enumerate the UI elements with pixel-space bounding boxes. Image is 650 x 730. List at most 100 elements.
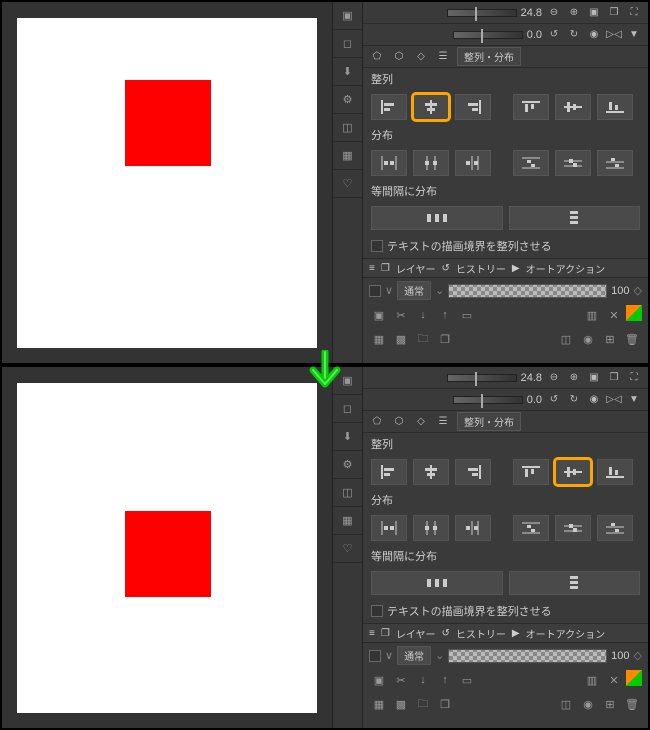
- menu-icon[interactable]: ≡: [369, 263, 375, 274]
- layer-tool-3[interactable]: ↓: [413, 305, 433, 325]
- align-bottom-button[interactable]: [597, 459, 633, 485]
- bottom-tool-4[interactable]: ❐: [435, 694, 455, 714]
- dist-bottom-button[interactable]: [597, 150, 633, 176]
- layers-icon[interactable]: ❐: [381, 263, 390, 274]
- align-top-button[interactable]: [513, 459, 549, 485]
- tab-icon-2[interactable]: ⬡: [391, 414, 407, 430]
- flip-h-icon[interactable]: ▷◁: [606, 392, 622, 408]
- align-bottom-button[interactable]: [597, 94, 633, 120]
- reset-icon[interactable]: ◉: [586, 392, 602, 408]
- tab-icon-3[interactable]: ◇: [413, 49, 429, 65]
- text-align-checkbox[interactable]: [371, 240, 383, 252]
- group-icon[interactable]: ❐: [606, 370, 622, 386]
- zoom-slider[interactable]: [447, 9, 517, 17]
- align-left-button[interactable]: [371, 94, 407, 120]
- layer-tool-1[interactable]: ▣: [369, 305, 389, 325]
- tab-history[interactable]: ヒストリー: [456, 261, 506, 276]
- rotate-ccw-icon[interactable]: ↺: [546, 392, 562, 408]
- dock-icon-5[interactable]: ◫: [333, 114, 362, 142]
- history-icon[interactable]: ↺: [442, 263, 450, 274]
- red-square[interactable]: [125, 80, 211, 166]
- fit-icon[interactable]: ▣: [586, 370, 602, 386]
- bottom-tool-6[interactable]: ◉: [578, 329, 598, 349]
- blend-mode-select[interactable]: 通常: [397, 646, 431, 665]
- dist-right-button[interactable]: [455, 150, 491, 176]
- tab-auto[interactable]: オートアクション: [526, 261, 606, 276]
- dock-icon-5[interactable]: ◫: [333, 479, 362, 507]
- expand-icon[interactable]: ⛶: [626, 370, 642, 386]
- tab-icon-3[interactable]: ◇: [413, 414, 429, 430]
- bottom-tool-2[interactable]: ▩: [391, 329, 411, 349]
- canvas-before[interactable]: [17, 18, 317, 348]
- blend-mode-select[interactable]: 通常: [397, 281, 431, 300]
- bottom-tool-6[interactable]: ◉: [578, 694, 598, 714]
- dropdown-icon[interactable]: ∨: [385, 649, 393, 662]
- fit-icon[interactable]: ▣: [586, 5, 602, 21]
- align-top-button[interactable]: [513, 94, 549, 120]
- opacity-slider[interactable]: [448, 649, 607, 663]
- expand-icon[interactable]: ⛶: [626, 5, 642, 21]
- layer-tool-6[interactable]: ▥: [582, 670, 602, 690]
- bottom-tool-3[interactable]: 🗀: [413, 329, 433, 349]
- trash-icon[interactable]: 🗑: [622, 694, 642, 714]
- dock-icon-6[interactable]: ▦: [333, 142, 362, 170]
- bottom-tool-1[interactable]: ▦: [369, 329, 389, 349]
- dist-top-button[interactable]: [513, 515, 549, 541]
- layer-tool-1[interactable]: ▣: [369, 670, 389, 690]
- dock-icon-4[interactable]: ⚙: [333, 86, 362, 114]
- tab-history[interactable]: ヒストリー: [456, 626, 506, 641]
- zoom-out-icon[interactable]: ⊖: [546, 370, 562, 386]
- align-vcenter-button[interactable]: [555, 94, 591, 120]
- dist-vcenter-button[interactable]: [555, 150, 591, 176]
- tab-align-distribute[interactable]: 整列・分布: [457, 47, 521, 66]
- dock-icon-3[interactable]: ⬇: [333, 423, 362, 451]
- dist-hcenter-button[interactable]: [413, 150, 449, 176]
- align-hcenter-button[interactable]: [413, 459, 449, 485]
- align-right-button[interactable]: [455, 94, 491, 120]
- zoom-slider[interactable]: [447, 374, 517, 382]
- dist-bottom-button[interactable]: [597, 515, 633, 541]
- even-horizontal-button[interactable]: [371, 571, 503, 595]
- canvas-after[interactable]: [17, 383, 317, 713]
- red-square[interactable]: [125, 511, 211, 597]
- auto-icon[interactable]: ▶: [512, 628, 520, 639]
- tab-align-distribute[interactable]: 整列・分布: [457, 412, 521, 431]
- tab-icon-list[interactable]: ☰: [435, 414, 451, 430]
- rotate-cw-icon[interactable]: ↻: [566, 392, 582, 408]
- opacity-slider[interactable]: [448, 284, 607, 298]
- bottom-tool-7[interactable]: ⊞: [600, 694, 620, 714]
- layer-visible-checkbox[interactable]: [369, 285, 381, 297]
- layer-tool-7[interactable]: ✕: [604, 305, 624, 325]
- dist-vcenter-button[interactable]: [555, 515, 591, 541]
- layer-tool-3[interactable]: ↓: [413, 670, 433, 690]
- layer-tool-2[interactable]: ✂: [391, 670, 411, 690]
- layer-tool-4[interactable]: ↑: [435, 305, 455, 325]
- even-vertical-button[interactable]: [509, 571, 641, 595]
- layer-tool-6[interactable]: ▥: [582, 305, 602, 325]
- bottom-tool-7[interactable]: ⊞: [600, 329, 620, 349]
- bottom-tool-4[interactable]: ❐: [435, 329, 455, 349]
- dist-right-button[interactable]: [455, 515, 491, 541]
- text-align-checkbox[interactable]: [371, 605, 383, 617]
- bottom-tool-2[interactable]: ▩: [391, 694, 411, 714]
- history-icon[interactable]: ↺: [442, 628, 450, 639]
- dock-icon-7[interactable]: ♡: [333, 170, 362, 198]
- reset-icon[interactable]: ◉: [586, 27, 602, 43]
- tab-layers[interactable]: レイヤー: [396, 626, 436, 641]
- align-hcenter-button[interactable]: [413, 94, 449, 120]
- align-right-button[interactable]: [455, 459, 491, 485]
- zoom-out-icon[interactable]: ⊖: [546, 5, 562, 21]
- tab-layers[interactable]: レイヤー: [396, 261, 436, 276]
- zoom-in-icon[interactable]: ⊕: [566, 5, 582, 21]
- bottom-tool-1[interactable]: ▦: [369, 694, 389, 714]
- layer-tool-2[interactable]: ✂: [391, 305, 411, 325]
- color-swatch-icon[interactable]: [626, 305, 642, 321]
- flip-v-icon[interactable]: ▼: [626, 392, 642, 408]
- bottom-tool-3[interactable]: 🗀: [413, 694, 433, 714]
- layer-tool-4[interactable]: ↑: [435, 670, 455, 690]
- dock-icon-4[interactable]: ⚙: [333, 451, 362, 479]
- bottom-tool-5[interactable]: ◫: [556, 694, 576, 714]
- dist-top-button[interactable]: [513, 150, 549, 176]
- tab-icon-2[interactable]: ⬡: [391, 49, 407, 65]
- align-left-button[interactable]: [371, 459, 407, 485]
